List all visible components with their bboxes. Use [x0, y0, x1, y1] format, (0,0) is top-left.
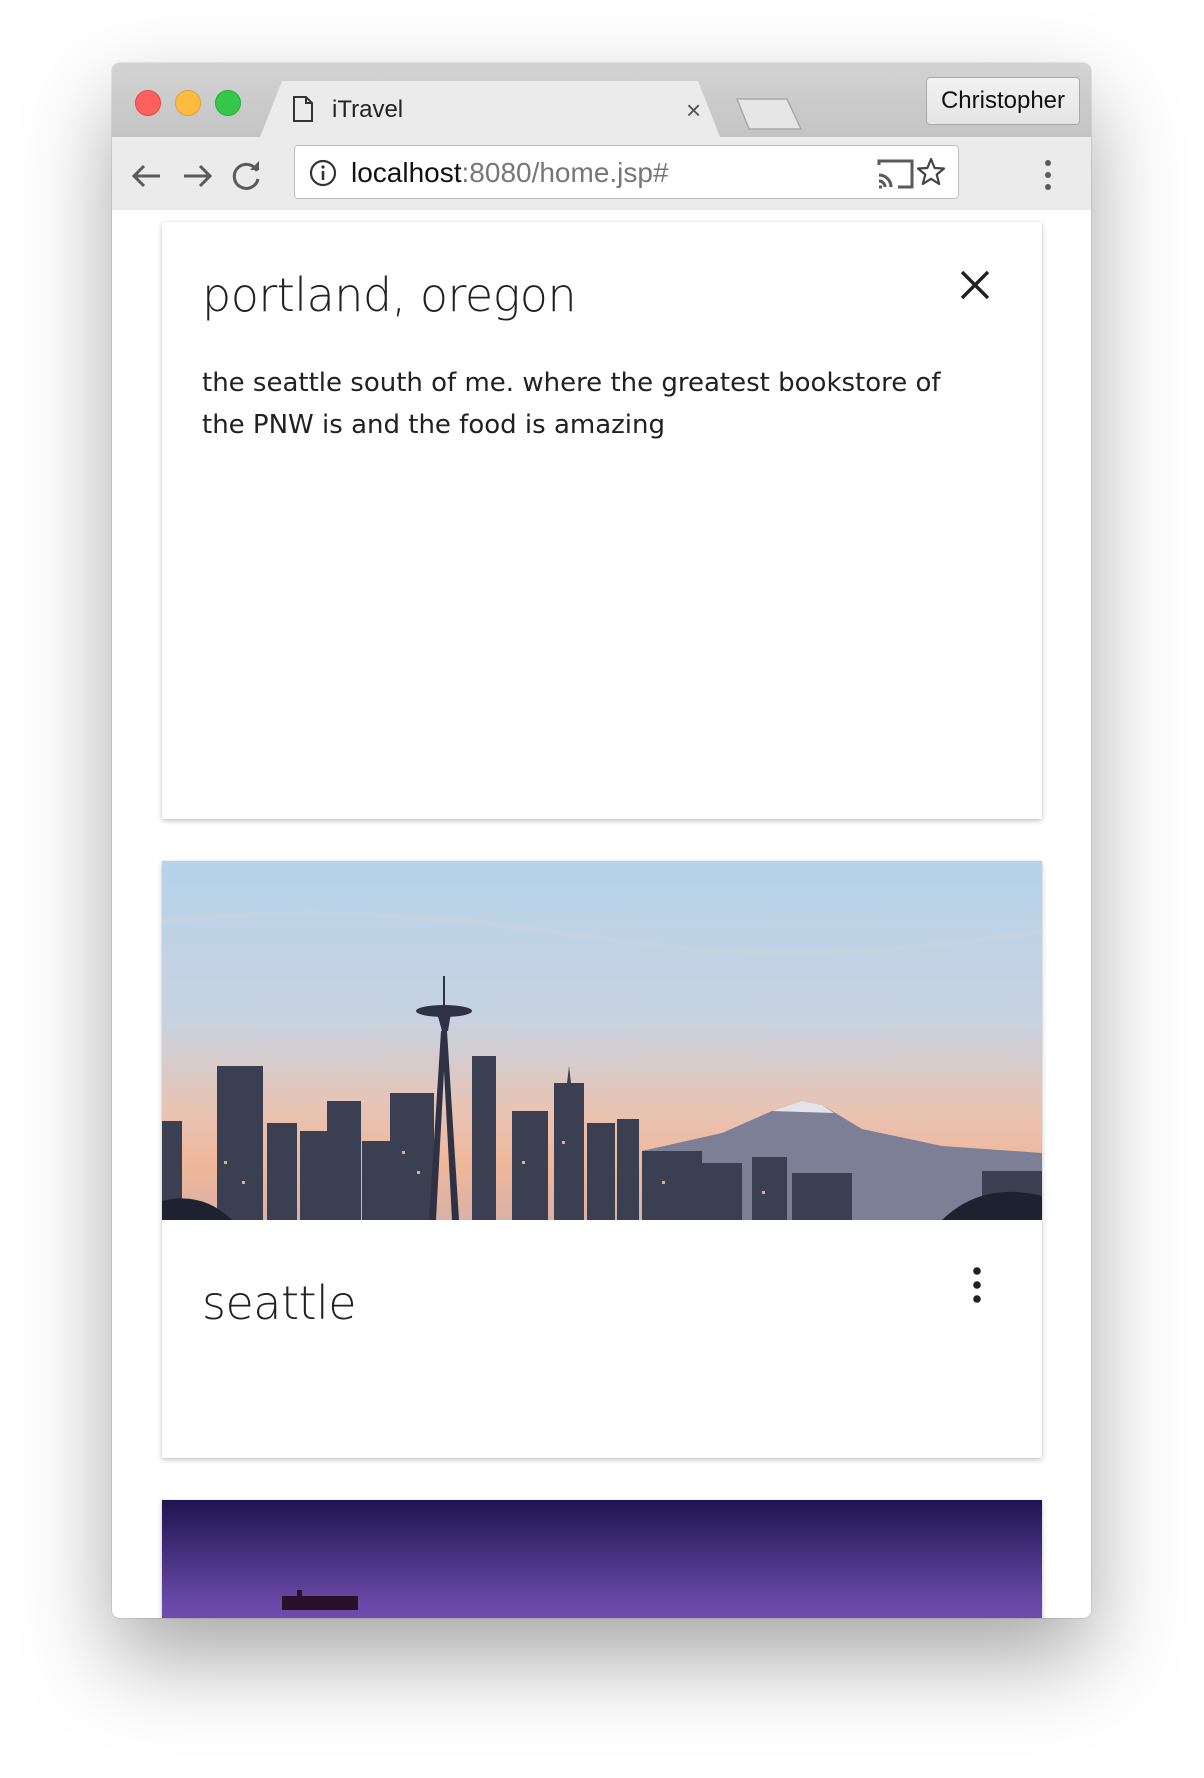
tab-close-icon[interactable]: × [686, 95, 701, 125]
purple-cityscape-image [162, 1500, 1042, 1618]
url-path: :8080/home.jsp# [461, 157, 669, 188]
browser-window: iTravel × Christopher localhost:8080/hom… [112, 63, 1091, 1618]
destination-card-seattle[interactable]: seattle [162, 861, 1042, 1458]
star-icon[interactable] [915, 156, 947, 188]
close-window-button[interactable] [135, 90, 161, 116]
more-vert-icon[interactable] [967, 1265, 987, 1305]
menu-dots-icon[interactable] [1042, 158, 1054, 192]
card-title: portland, oregon [202, 268, 577, 322]
new-tab-button[interactable] [735, 97, 803, 131]
cast-icon[interactable] [876, 156, 916, 192]
profile-button[interactable]: Christopher [926, 77, 1080, 125]
zoom-window-button[interactable] [215, 90, 241, 116]
reload-icon[interactable] [230, 159, 264, 193]
destination-card-third[interactable] [162, 1500, 1042, 1618]
file-icon [293, 96, 313, 122]
card-title: seattle [202, 1276, 357, 1330]
desktop: iTravel × Christopher localhost:8080/hom… [0, 0, 1204, 1778]
address-bar[interactable]: localhost:8080/home.jsp# [294, 145, 959, 199]
page-viewport: portland, oregon the seattle south of me… [112, 210, 1091, 1618]
minimize-window-button[interactable] [175, 90, 201, 116]
back-arrow-icon[interactable] [130, 159, 164, 193]
seattle-skyline-image [162, 861, 1042, 1220]
info-icon[interactable] [309, 159, 337, 187]
url-text: localhost:8080/home.jsp# [351, 156, 669, 190]
tab-itravel[interactable] [260, 81, 720, 137]
card-description: the seattle south of me. where the great… [202, 368, 941, 440]
url-host: localhost [351, 157, 462, 188]
forward-arrow-icon[interactable] [180, 159, 214, 193]
tab-title: iTravel [332, 96, 404, 123]
destination-card-portland[interactable]: portland, oregon the seattle south of me… [162, 222, 1042, 819]
close-icon[interactable] [958, 268, 992, 302]
